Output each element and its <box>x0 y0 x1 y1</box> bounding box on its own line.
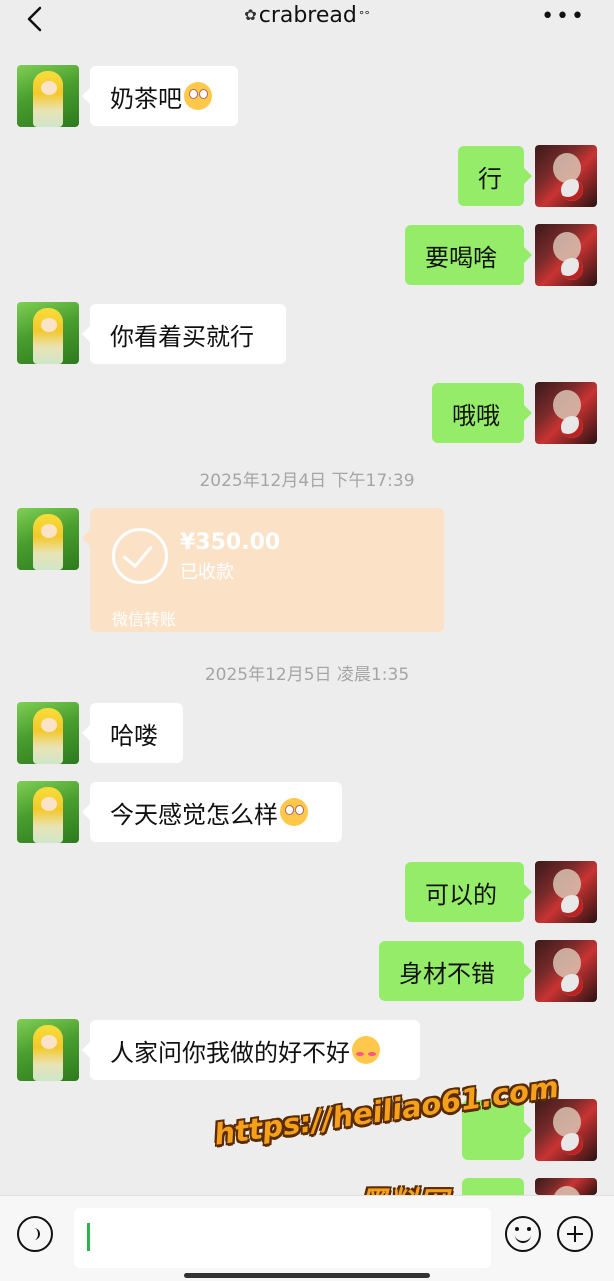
check-circle-icon <box>112 528 168 584</box>
user-avatar[interactable] <box>535 145 597 207</box>
message-text: 可以的 <box>425 880 497 909</box>
user-avatar[interactable] <box>535 1178 597 1195</box>
eye-roll-emoji-icon <box>280 798 308 826</box>
user-avatar[interactable] <box>535 224 597 286</box>
message-bubble-incoming[interactable]: 你看着买就行 <box>82 304 286 364</box>
shy-emoji-icon <box>352 1036 380 1064</box>
voice-icon[interactable] <box>17 1216 53 1252</box>
user-avatar[interactable] <box>535 1099 597 1161</box>
text-caret <box>87 1223 90 1251</box>
transfer-amount: ¥350.00 <box>180 530 281 555</box>
message-bubble-incoming[interactable]: 人家问你我做的好不好 <box>82 1020 420 1080</box>
message-text: 要喝啥 <box>425 243 497 272</box>
message-bubble-incoming[interactable]: 哈喽 <box>82 703 183 763</box>
contact-avatar[interactable] <box>17 302 79 364</box>
contact-avatar[interactable] <box>17 65 79 127</box>
timestamp: 2025年12月5日 凌晨1:35 <box>204 665 410 685</box>
emoji-icon[interactable] <box>505 1216 541 1252</box>
message-bubble-incoming[interactable]: 奶茶吧 <box>82 66 238 126</box>
message-bubble-outgoing[interactable]: 要喝啥 <box>405 225 532 285</box>
message-bubble-outgoing[interactable] <box>462 1178 532 1216</box>
chat-header: ✿ crabread °° ••• <box>0 0 614 52</box>
eye-roll-emoji-icon <box>184 82 212 110</box>
transfer-card[interactable]: ¥350.00 已收款 微信转账 <box>82 508 444 632</box>
title-decoration-icon: ✿ <box>244 6 257 24</box>
message-text: 哈喽 <box>110 721 158 750</box>
message-text: 行 <box>478 164 502 193</box>
title-decoration-icon: °° <box>358 8 370 22</box>
home-indicator <box>184 1273 430 1278</box>
message-input[interactable] <box>74 1208 491 1268</box>
message-text: 哦哦 <box>452 401 500 430</box>
message-text: 你看着买就行 <box>110 322 254 351</box>
contact-avatar[interactable] <box>17 702 79 764</box>
ellipsis-icon[interactable]: ••• <box>541 4 586 29</box>
user-avatar[interactable] <box>535 382 597 444</box>
input-bar <box>0 1195 614 1281</box>
timestamp: 2025年12月4日 下午17:39 <box>199 471 415 491</box>
user-avatar[interactable] <box>535 861 597 923</box>
message-bubble-outgoing[interactable]: 可以的 <box>405 862 532 922</box>
transfer-status: 已收款 <box>180 562 234 583</box>
message-bubble-incoming[interactable]: 今天感觉怎么样 <box>82 782 342 842</box>
message-text: 人家问你我做的好不好 <box>110 1038 350 1067</box>
plus-icon[interactable] <box>557 1216 593 1252</box>
contact-avatar[interactable] <box>17 781 79 843</box>
transfer-label: 微信转账 <box>112 610 177 629</box>
contact-avatar[interactable] <box>17 1019 79 1081</box>
message-text: 身材不错 <box>399 959 495 988</box>
message-bubble-outgoing[interactable]: 哦哦 <box>432 383 532 443</box>
message-bubble-outgoing[interactable]: 行 <box>458 146 532 206</box>
contact-name: crabread <box>258 2 357 28</box>
contact-avatar[interactable] <box>17 508 79 570</box>
message-text: 今天感觉怎么样 <box>110 800 278 829</box>
chat-title: ✿ crabread °° <box>0 0 614 30</box>
user-avatar[interactable] <box>535 940 597 1002</box>
message-bubble-outgoing[interactable]: 身材不错 <box>379 941 532 1001</box>
message-text: 奶茶吧 <box>110 84 182 113</box>
